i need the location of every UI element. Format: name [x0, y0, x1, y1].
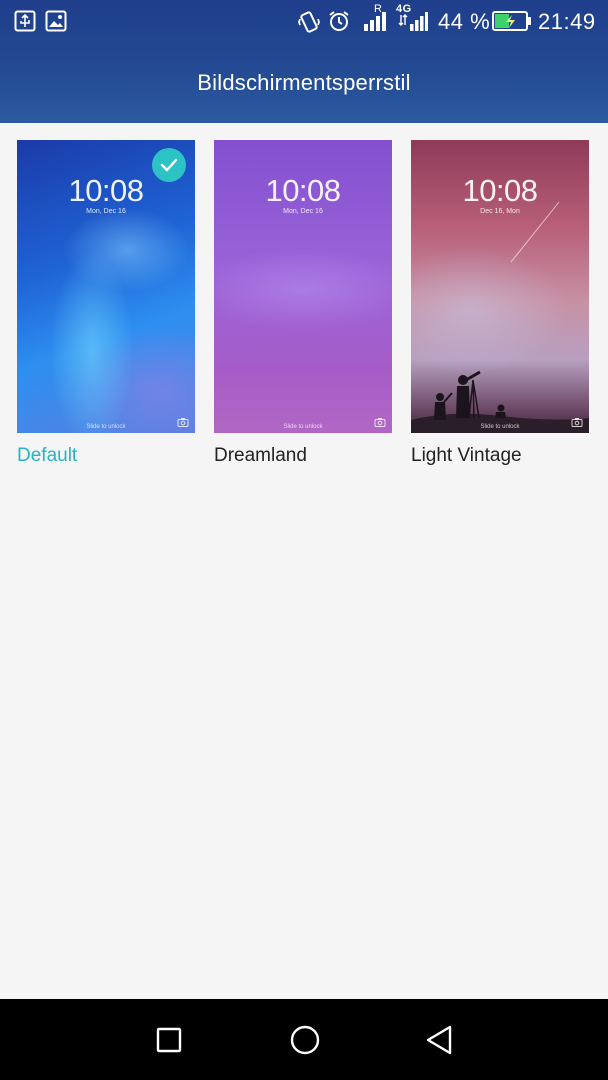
selected-check-icon	[152, 148, 186, 182]
image-icon	[45, 10, 67, 38]
preview-date: Mon, Dec 16	[283, 208, 323, 215]
network-type-label: 4G	[396, 3, 412, 15]
alarm-icon	[328, 10, 350, 38]
roaming-label: R	[374, 3, 383, 15]
usb-icon	[14, 10, 36, 38]
preview-date: Dec 16, Mon	[480, 208, 520, 215]
preview-time: 10:08	[265, 173, 341, 208]
style-preview-light-vintage[interactable]: 10:08 Dec 16, Mon Slide to unlock	[411, 140, 589, 433]
home-icon[interactable]	[288, 1023, 322, 1057]
app-header: R 4G 44 % 21:49 Bildschirmentsperrstil	[0, 0, 608, 123]
style-option-default[interactable]: 10:08 Mon, Dec 16 Slide to unlock Defaul…	[17, 140, 195, 467]
style-label-dreamland: Dreamland	[214, 445, 307, 466]
style-preview-dreamland[interactable]: 10:08 Mon, Dec 16 Slide to unlock	[214, 140, 392, 433]
style-option-light-vintage[interactable]: 10:08 Dec 16, Mon Slide to unlock Light …	[411, 140, 589, 467]
clock: 21:49	[538, 9, 596, 34]
style-option-dreamland[interactable]: 10:08 Mon, Dec 16 Slide to unlock Dreaml…	[214, 140, 392, 467]
style-label-light-vintage: Light Vintage	[411, 445, 522, 466]
camera-icon	[374, 414, 386, 432]
camera-icon	[177, 414, 189, 432]
preview-unlock-hint: Slide to unlock	[480, 424, 520, 430]
preview-time: 10:08	[462, 173, 538, 208]
status-bar: R 4G 44 % 21:49	[0, 0, 608, 42]
preview-date: Mon, Dec 16	[86, 208, 126, 215]
back-icon[interactable]	[422, 1023, 456, 1057]
style-preview-default[interactable]: 10:08 Mon, Dec 16 Slide to unlock	[17, 140, 195, 433]
style-label-default: Default	[17, 445, 78, 466]
battery-charging-icon	[492, 11, 532, 37]
battery-percent: 44 %	[438, 9, 491, 34]
navigation-bar	[0, 999, 608, 1080]
preview-unlock-hint: Slide to unlock	[86, 424, 126, 430]
recents-icon[interactable]	[152, 1023, 186, 1057]
title-bar: Bildschirmentsperrstil	[0, 42, 608, 123]
preview-unlock-hint: Slide to unlock	[283, 424, 323, 430]
camera-icon	[571, 414, 583, 432]
page-title: Bildschirmentsperrstil	[197, 69, 411, 95]
vibrate-icon	[297, 10, 321, 40]
